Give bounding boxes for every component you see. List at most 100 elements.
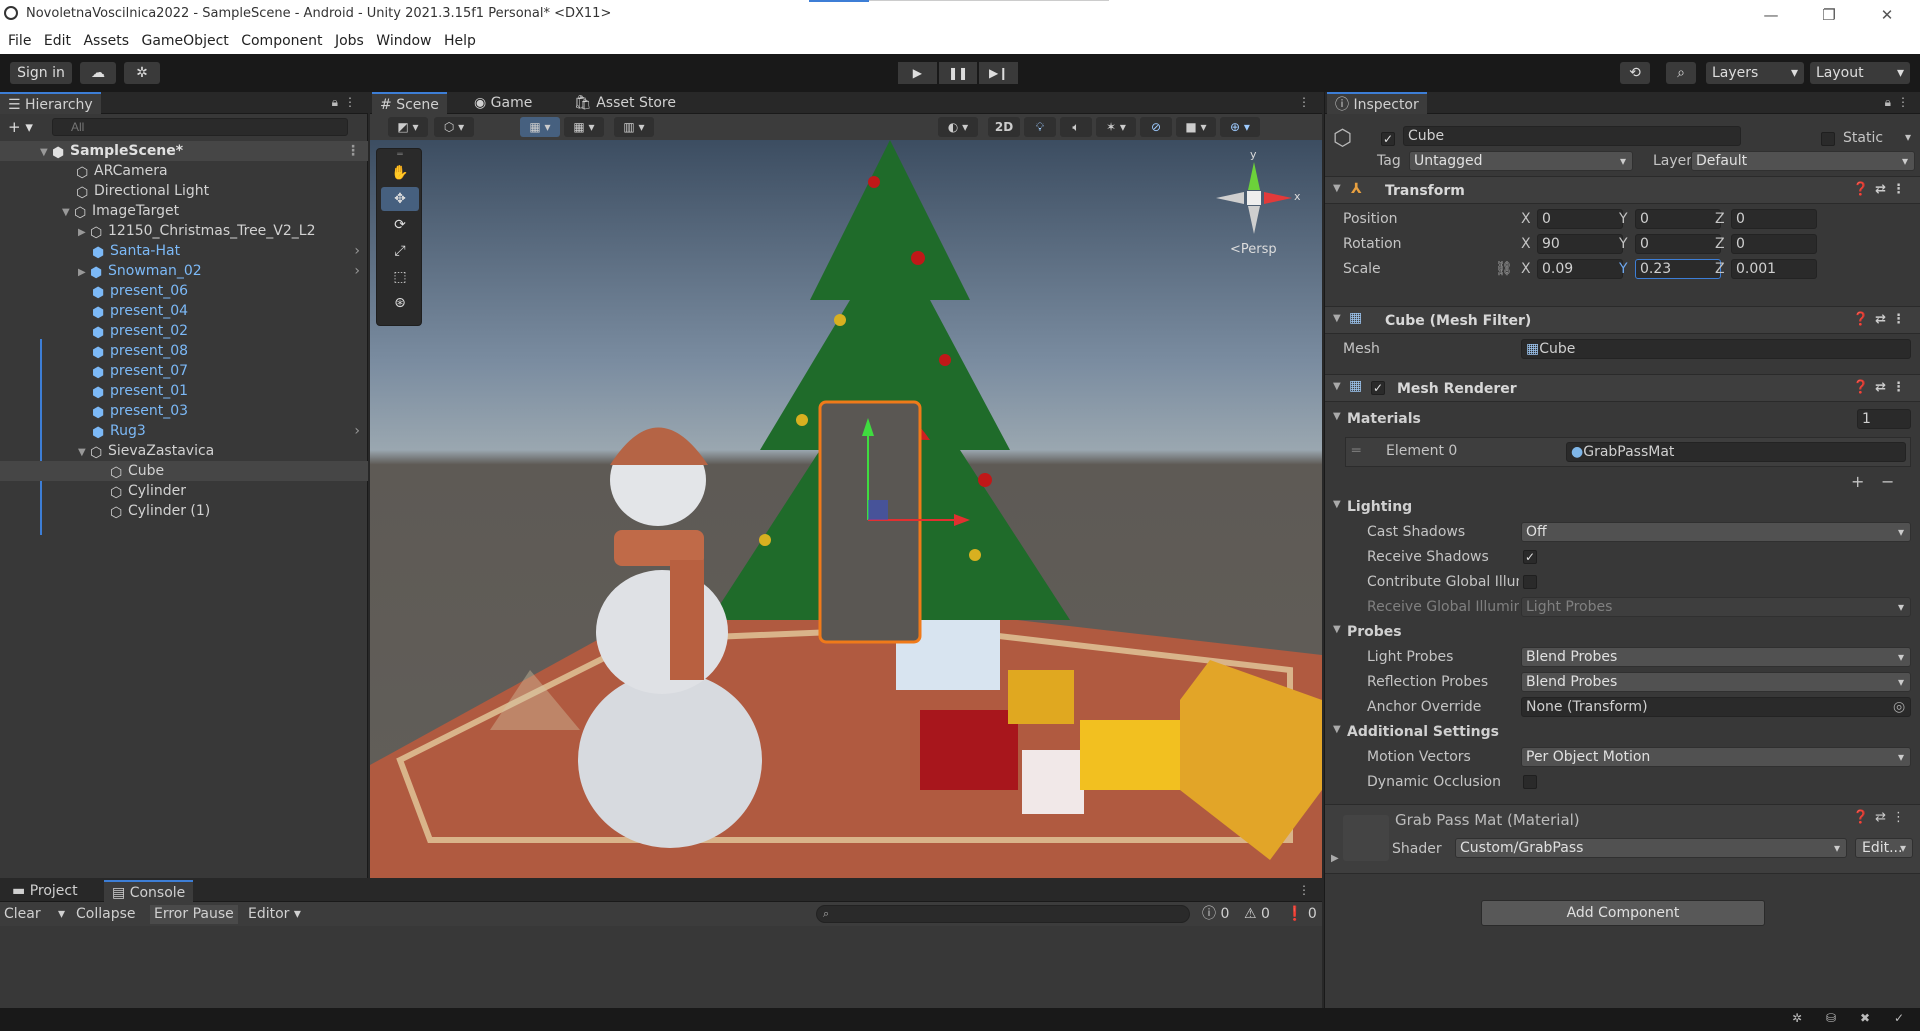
component-header-icons[interactable]: ❓⇄⋮	[1853, 312, 1911, 327]
tree-item-snowman[interactable]: ▶ ⬢ Snowman_02 ›	[0, 261, 368, 281]
menu-component[interactable]: Component	[241, 30, 322, 52]
edit-shader-button[interactable]: Edit...	[1855, 838, 1913, 858]
warning-count-button[interactable]: ⚠ 0	[1240, 905, 1274, 924]
chevron-down-icon[interactable]: ▾	[1905, 130, 1911, 144]
auto-generate-lighting-icon[interactable]: ✲	[1792, 1011, 1802, 1025]
menu-help[interactable]: Help	[444, 30, 476, 52]
2d-toggle-button[interactable]: 2D	[988, 117, 1020, 137]
sign-in-button[interactable]: Sign in	[10, 62, 72, 84]
tree-item-arcamera[interactable]: ⬡ ARCamera	[0, 161, 368, 181]
hidden-objects-icon[interactable]: ⊘	[1140, 117, 1172, 137]
collab-icon[interactable]: ✲	[124, 62, 160, 84]
more-icon[interactable]: ⋮	[1298, 883, 1310, 897]
tree-item-cylinder[interactable]: ⬡ Cylinder	[0, 481, 368, 501]
link-scale-icon[interactable]: ⛓	[1495, 261, 1513, 277]
step-icon[interactable]: ▶❙	[979, 62, 1019, 84]
more-icon[interactable]: ⋮	[346, 141, 360, 161]
scene-viewport[interactable]: ═ ✋ ✥ ⟳ ⤢ ⬚ ⊛ y x <Persp	[370, 140, 1322, 878]
scale-y-field[interactable]: 0.23	[1635, 259, 1721, 279]
render-mode-icon[interactable]: ⬡ ▾	[434, 117, 474, 137]
mesh-filter-header[interactable]: ▼ ▦ Cube (Mesh Filter) ❓⇄⋮	[1325, 306, 1920, 334]
clear-button[interactable]: Clear	[0, 905, 45, 924]
hierarchy-search-input[interactable]	[52, 118, 348, 136]
remove-element-icon[interactable]: −	[1881, 472, 1894, 491]
tab-inspector[interactable]: ⓘ Inspector	[1327, 92, 1427, 114]
rect-tool-icon[interactable]: ⬚	[381, 265, 419, 289]
scale-x-field[interactable]: 0.09	[1537, 259, 1623, 279]
play-icon[interactable]: ▶	[898, 62, 937, 84]
orientation-gizmo[interactable]: y x <Persp	[1204, 148, 1304, 260]
tree-item-present-02[interactable]: ⬢ present_02	[0, 321, 368, 341]
component-header-icons[interactable]: ❓⇄⋮	[1853, 380, 1911, 395]
lock-icon[interactable]: 🔒︎	[332, 95, 338, 110]
pause-icon[interactable]: ❚❚	[938, 62, 978, 84]
tree-item-present-01[interactable]: ⬢ present_01	[0, 381, 368, 401]
tree-item-imagetarget[interactable]: ▼ ⬡ ImageTarget	[0, 201, 368, 221]
component-header-icons[interactable]: ❓⇄⋮	[1853, 810, 1911, 825]
menu-file[interactable]: File	[8, 30, 31, 52]
debug-icon[interactable]: ✖	[1860, 1011, 1870, 1025]
scale-z-field[interactable]: 0.001	[1731, 259, 1817, 279]
tree-item-present-06[interactable]: ⬢ present_06	[0, 281, 368, 301]
tree-item-directional-light[interactable]: ⬡ Directional Light	[0, 181, 368, 201]
lighting-section[interactable]: ▼ Lighting	[1325, 496, 1920, 518]
restore-icon[interactable]: ❐	[1804, 2, 1854, 28]
minimize-icon[interactable]: —	[1746, 2, 1796, 28]
probes-section[interactable]: ▼ Probes	[1325, 621, 1920, 643]
close-icon[interactable]: ✕	[1862, 2, 1912, 28]
cache-server-icon[interactable]: ⛁	[1826, 1011, 1836, 1025]
rotation-y-field[interactable]: 0	[1635, 234, 1721, 254]
materials-count-field[interactable]: 1	[1857, 409, 1911, 429]
rotation-x-field[interactable]: 90	[1537, 234, 1623, 254]
transform-tool-icon[interactable]: ⊛	[381, 291, 419, 315]
cast-shadows-dropdown[interactable]: Off	[1521, 522, 1911, 542]
position-z-field[interactable]: 0	[1731, 209, 1817, 229]
dynamic-occlusion-checkbox[interactable]	[1523, 775, 1537, 789]
perspective-label[interactable]: <Persp	[1230, 242, 1277, 257]
motion-vectors-dropdown[interactable]: Per Object Motion	[1521, 747, 1911, 767]
gizmo-orientation-icon[interactable]: ◐ ▾	[938, 117, 978, 137]
tree-item-samplescene[interactable]: ▼ ⬢ SampleScene* ⋮	[0, 141, 368, 161]
history-icon[interactable]: ⟲	[1620, 62, 1650, 84]
tree-item-rug3[interactable]: ⬢ Rug3 ›	[0, 421, 368, 441]
add-component-button[interactable]: Add Component	[1481, 900, 1765, 926]
layers-dropdown[interactable]: Layers ▾	[1706, 62, 1804, 84]
reflection-probes-dropdown[interactable]: Blend Probes	[1521, 672, 1911, 692]
tree-item-cube[interactable]: ⬡ Cube	[0, 461, 368, 481]
expand-arrow-icon[interactable]: ▼	[1333, 411, 1341, 422]
gizmos-icon[interactable]: ⊕ ▾	[1220, 117, 1260, 137]
tab-project[interactable]: ▬ Project	[4, 880, 86, 902]
additional-settings-section[interactable]: ▼ Additional Settings	[1325, 721, 1920, 743]
more-icon[interactable]: ⋮	[344, 95, 356, 109]
console-search-input[interactable]: ⌕	[816, 905, 1190, 923]
error-count-button[interactable]: ❗ 0	[1282, 905, 1321, 924]
move-tool-icon[interactable]: ✥	[381, 187, 419, 211]
scale-tool-icon[interactable]: ⤢	[381, 239, 419, 263]
shader-dropdown[interactable]: Custom/GrabPass	[1455, 838, 1847, 858]
create-plus-icon[interactable]: + ▾	[8, 118, 33, 136]
anchor-override-field[interactable]: None (Transform)	[1521, 697, 1911, 717]
menu-assets[interactable]: Assets	[83, 30, 129, 52]
lighting-icon[interactable]: 💡︎	[1024, 117, 1056, 137]
menu-edit[interactable]: Edit	[44, 30, 71, 52]
tab-game[interactable]: ◉ Game	[466, 92, 540, 114]
collapse-arrow-icon[interactable]: ▶	[1331, 853, 1339, 864]
menu-jobs[interactable]: Jobs	[335, 30, 364, 52]
menu-gameobject[interactable]: GameObject	[141, 30, 228, 52]
tab-console[interactable]: ▤ Console	[104, 880, 194, 902]
rotate-tool-icon[interactable]: ⟳	[381, 213, 419, 237]
mesh-renderer-enabled-checkbox[interactable]: ✓	[1371, 381, 1385, 395]
active-checkbox[interactable]: ✓	[1381, 132, 1395, 146]
tree-item-santa-hat[interactable]: ⬢ Santa-Hat ›	[0, 241, 368, 261]
tree-item-present-07[interactable]: ⬢ present_07	[0, 361, 368, 381]
chevron-right-icon[interactable]: ›	[354, 421, 360, 441]
more-icon[interactable]: ⋮	[1897, 95, 1909, 109]
tree-item-present-04[interactable]: ⬢ present_04	[0, 301, 368, 321]
light-probes-dropdown[interactable]: Blend Probes	[1521, 647, 1911, 667]
tree-item-christmas-tree[interactable]: ▶ ⬡ 12150_Christmas_Tree_V2_L2	[0, 221, 368, 241]
transform-header[interactable]: ▼ ⅄ Transform ❓⇄⋮	[1325, 176, 1920, 204]
grid-snap-icon[interactable]: ▦ ▾	[520, 117, 560, 137]
chevron-right-icon[interactable]: ›	[354, 261, 360, 281]
tab-scene[interactable]: # Scene	[372, 92, 447, 114]
tree-item-present-03[interactable]: ⬢ present_03	[0, 401, 368, 421]
